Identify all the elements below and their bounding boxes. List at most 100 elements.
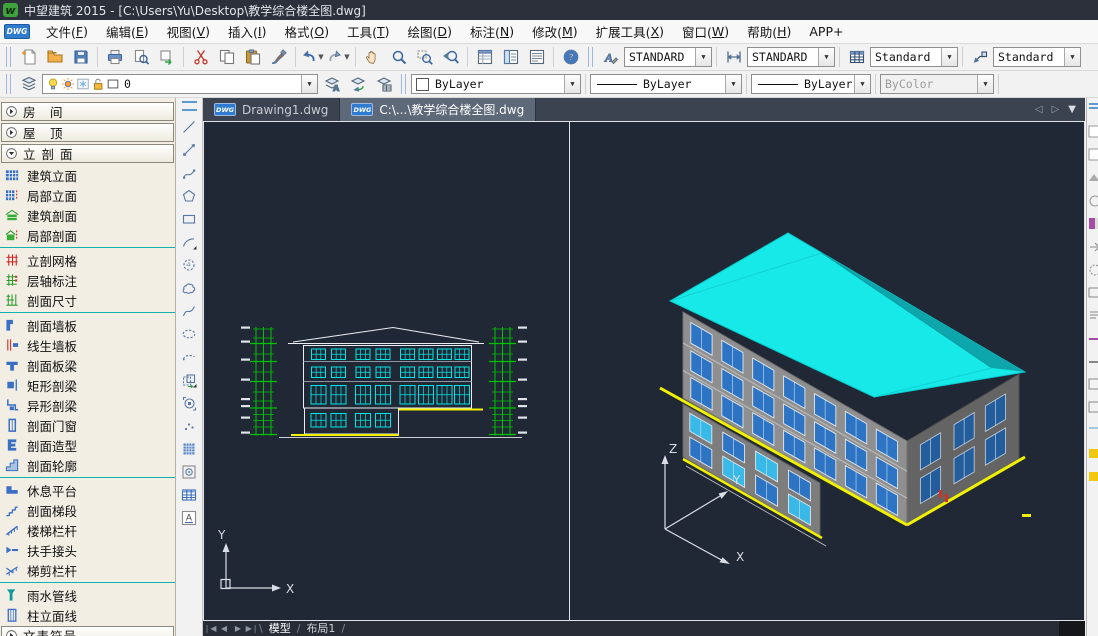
menu-item-APP+[interactable]: APP+ <box>800 20 852 43</box>
clipped-toolbar-icon[interactable] <box>1087 354 1098 368</box>
toolbar-grip[interactable] <box>182 101 197 111</box>
palette-item-局部立面[interactable]: 局部立面 <box>0 185 175 205</box>
mleader-style-combo[interactable]: Standard▼ <box>993 47 1081 67</box>
spline-tool-button[interactable] <box>178 299 201 322</box>
prev-layout-icon[interactable]: ◀ <box>217 621 231 636</box>
lineweight-combo[interactable]: ByLayer▼ <box>751 74 871 94</box>
menu-item-F[interactable]: 文件(F) <box>37 20 97 43</box>
palette-item-剖面墙板[interactable]: 剖面墙板 <box>0 315 175 335</box>
design-center-button[interactable] <box>498 46 523 69</box>
layout-tab-模型[interactable]: 模型 <box>263 621 297 636</box>
clipped-toolbar-icon[interactable] <box>1087 423 1098 437</box>
palette-group-屋顶[interactable]: 屋 顶 <box>1 123 174 142</box>
new-file-button[interactable] <box>16 46 41 69</box>
text-style-combo[interactable]: STANDARD▼ <box>624 47 712 67</box>
make-block-tool-button[interactable] <box>178 391 201 414</box>
clipped-toolbar-icon[interactable] <box>1087 147 1098 161</box>
palette-item-柱立面线[interactable]: 柱立面线 <box>0 605 175 625</box>
last-layout-icon[interactable]: ▶❘ <box>245 621 259 636</box>
toolbar-grip[interactable] <box>588 47 593 67</box>
menu-item-V[interactable]: 视图(V) <box>158 20 219 43</box>
first-layout-icon[interactable]: ❘◀ <box>203 621 217 636</box>
arc-tool-button[interactable] <box>178 230 201 253</box>
palette-item-剖面板梁[interactable]: 剖面板梁 <box>0 355 175 375</box>
point-tool-button[interactable] <box>178 414 201 437</box>
toolbar-grip[interactable] <box>6 74 11 94</box>
combo-arrow-icon[interactable]: ▼ <box>301 75 317 93</box>
palette-item-线生墙板[interactable]: 线生墙板 <box>0 335 175 355</box>
palette-item-层轴标注[interactable]: 层轴标注 <box>0 270 175 290</box>
toolbar-grip[interactable] <box>6 47 11 67</box>
menu-item-H[interactable]: 帮助(H) <box>738 20 800 43</box>
dropdown-caret-icon[interactable]: ▼ <box>318 53 323 61</box>
sheet-set-button[interactable] <box>524 46 549 69</box>
table-style-combo[interactable]: Standard▼ <box>870 47 958 67</box>
mleader-style-button[interactable] <box>967 46 992 69</box>
undo-button[interactable]: ▼ <box>300 46 325 69</box>
insert-block-tool-button[interactable] <box>178 368 201 391</box>
palette-item-梯剪栏杆[interactable]: 梯剪栏杆 <box>0 560 175 580</box>
bulb-icon[interactable] <box>46 77 60 91</box>
circle-tool-button[interactable] <box>178 253 201 276</box>
layer-previous-button[interactable] <box>345 73 370 96</box>
dwg-document-icon[interactable]: DWG <box>4 24 30 39</box>
clipped-toolbar-icon[interactable] <box>1087 170 1098 184</box>
combo-arrow-icon[interactable]: ▼ <box>725 75 741 93</box>
donut-tool-button[interactable] <box>178 460 201 483</box>
menu-item-I[interactable]: 插入(I) <box>219 20 275 43</box>
revision-cloud-tool-button[interactable] <box>178 276 201 299</box>
construction-line-tool-button[interactable] <box>178 138 201 161</box>
palette-item-建筑剖面[interactable]: 建筑剖面 <box>0 205 175 225</box>
combo-arrow-icon[interactable]: ▼ <box>941 48 957 66</box>
layer-states-button[interactable]: A <box>319 73 344 96</box>
help-button[interactable]: ? <box>558 46 583 69</box>
dropdown-caret-icon[interactable]: ▼ <box>344 53 349 61</box>
collapse-arrow-icon[interactable] <box>5 126 18 139</box>
redo-button[interactable]: ▼ <box>326 46 351 69</box>
dim-style-combo[interactable]: STANDARD▼ <box>747 47 835 67</box>
line-tool-button[interactable] <box>178 115 201 138</box>
text-style-button[interactable]: A <box>598 46 623 69</box>
hatch-tool-button[interactable] <box>178 437 201 460</box>
combo-arrow-icon[interactable]: ▼ <box>1064 48 1080 66</box>
zoom-previous-button[interactable] <box>438 46 463 69</box>
palette-item-局部剖面[interactable]: 局部剖面 <box>0 225 175 245</box>
cut-button[interactable] <box>188 46 213 69</box>
zoom-realtime-button[interactable] <box>386 46 411 69</box>
palette-item-扶手接头[interactable]: 扶手接头 <box>0 540 175 560</box>
palette-item-休息平台[interactable]: 休息平台 <box>0 480 175 500</box>
palette-item-剖面尺寸[interactable]: 剖面尺寸 <box>0 290 175 310</box>
table-tool-button[interactable] <box>178 483 201 506</box>
toolbar-grip[interactable] <box>401 74 406 94</box>
clipped-toolbar-icon[interactable] <box>1087 331 1098 345</box>
copy-button[interactable] <box>214 46 239 69</box>
layer-combo[interactable]: 0▼ <box>42 74 318 94</box>
ellipse-tool-button[interactable] <box>178 322 201 345</box>
collapse-arrow-icon[interactable] <box>5 105 18 118</box>
clipped-toolbar-icon[interactable] <box>1087 377 1098 391</box>
clipped-toolbar-icon[interactable] <box>1087 308 1098 322</box>
palette-item-剖面造型[interactable]: 剖面造型 <box>0 435 175 455</box>
tab-scroll-left-icon[interactable]: ◁ <box>1035 104 1043 115</box>
dim-style-button[interactable] <box>721 46 746 69</box>
format-painter-button[interactable] <box>266 46 291 69</box>
linetype-combo[interactable]: ByLayer▼ <box>590 74 742 94</box>
expand-arrow-icon[interactable] <box>5 147 18 160</box>
sun-icon[interactable] <box>61 77 75 91</box>
publish-button[interactable] <box>154 46 179 69</box>
palette-item-楼梯栏杆[interactable]: 楼梯栏杆 <box>0 520 175 540</box>
clipped-toolbar-icon[interactable] <box>1087 216 1098 230</box>
color-swatch-icon[interactable] <box>106 77 120 91</box>
palette-item-建筑立面[interactable]: 建筑立面 <box>0 165 175 185</box>
unlock-icon[interactable] <box>91 77 105 91</box>
clipped-toolbar-icon[interactable] <box>1087 101 1098 115</box>
freeze-icon[interactable] <box>76 77 90 91</box>
table-style-button[interactable] <box>844 46 869 69</box>
palette-item-剖面梯段[interactable]: 剖面梯段 <box>0 500 175 520</box>
palette-group-立剖面[interactable]: 立 剖 面 <box>1 144 174 163</box>
menu-item-T[interactable]: 工具(T) <box>338 20 398 43</box>
palette-item-雨水管线[interactable]: 雨水管线 <box>0 585 175 605</box>
palette-item-剖面轮廓[interactable]: 剖面轮廓 <box>0 455 175 475</box>
combo-arrow-icon[interactable]: ▼ <box>854 75 870 93</box>
clipped-toolbar-icon[interactable] <box>1087 124 1098 138</box>
